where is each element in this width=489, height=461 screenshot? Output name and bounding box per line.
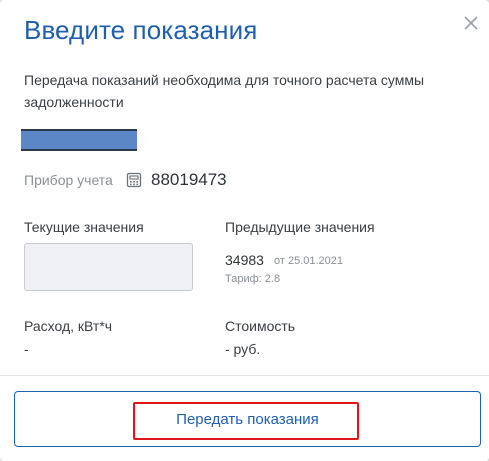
cost-label: Стоимость [225, 318, 296, 334]
consumption-label: Расход, кВт*ч [24, 318, 113, 334]
current-reading-input[interactable] [24, 243, 193, 291]
tariff-text: Тариф: 2.8 [225, 273, 281, 285]
dialog-description: Передача показаний необходима для точног… [24, 72, 425, 110]
previous-values-label: Предыдущие значения [225, 219, 375, 235]
meter-label: Прибор учета [24, 172, 113, 188]
submit-readings-label: Передать показания [176, 410, 319, 428]
redacted-account-block [21, 129, 137, 151]
previous-reading-date: от 25.01.2021 [274, 255, 344, 267]
meter-number: 88019473 [151, 170, 227, 189]
dialog-title: Введите показания [24, 15, 258, 45]
cost-value: - руб. [225, 341, 261, 357]
previous-reading-value: 34983 [225, 252, 264, 268]
submit-readings-button[interactable]: Передать показания [14, 391, 481, 447]
close-icon[interactable] [462, 14, 480, 32]
meter-device-icon [126, 172, 142, 188]
submit-readings-dialog: Введите показания Передача показаний нео… [0, 0, 489, 461]
footer-divider [0, 375, 489, 376]
current-values-label: Текущие значения [24, 219, 144, 235]
consumption-value: - [24, 341, 29, 357]
